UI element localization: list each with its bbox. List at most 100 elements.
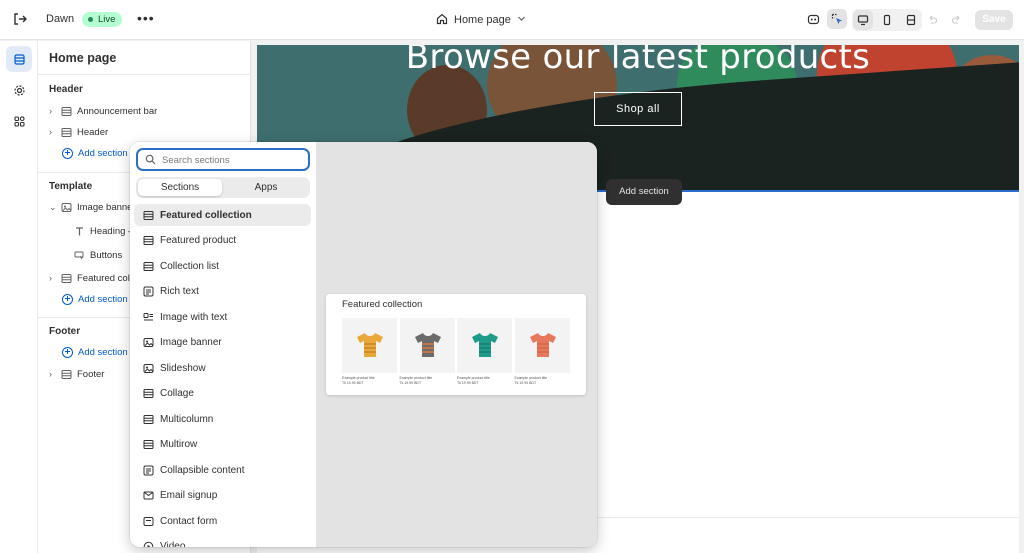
- section-icon: [61, 127, 77, 138]
- save-button[interactable]: Save: [975, 10, 1013, 30]
- product-tile: [399, 318, 455, 373]
- left-rail: [0, 41, 38, 553]
- chevron-down-icon: ⌄: [49, 201, 57, 212]
- button-icon: [74, 250, 90, 261]
- section-icon: [136, 210, 160, 221]
- section-icon: [61, 106, 77, 117]
- section-option-label: Video: [160, 541, 186, 547]
- add-section-label: Add section: [78, 147, 128, 159]
- sidebar-item-image-banner[interactable]: ⌄ Image banner: [49, 199, 136, 215]
- section-option-label: Email signup: [160, 490, 218, 501]
- section-option-rich-text[interactable]: Rich text: [134, 281, 311, 303]
- inspector-button[interactable]: [827, 9, 847, 29]
- section-option-multicolumn[interactable]: Multicolumn: [134, 408, 311, 430]
- add-section-label: Add section: [78, 346, 128, 358]
- section-icon: [61, 369, 77, 380]
- section-option-featured-collection[interactable]: Featured collection: [134, 204, 311, 226]
- sidebar-item-label: Heading –: [90, 225, 134, 237]
- section-option-multirow[interactable]: Multirow: [134, 434, 311, 456]
- section-option-collapsible-content[interactable]: Collapsible content: [134, 459, 311, 481]
- tshirt-icon: [357, 333, 383, 357]
- theme-name: Dawn: [46, 13, 75, 25]
- chevron-right-icon: ›: [49, 273, 52, 283]
- live-badge: Live: [82, 12, 123, 27]
- search-field[interactable]: [136, 148, 310, 171]
- product-price: Tk 19.99 BDT: [342, 381, 364, 385]
- form-icon: [136, 516, 160, 527]
- divider: [38, 74, 251, 75]
- sidebar-item-label: Header: [77, 126, 109, 138]
- group-label-template: Template: [49, 181, 93, 192]
- text-icon: [74, 226, 90, 237]
- sidebar-item-label: Image banner: [77, 201, 136, 213]
- sidebar-item-announcement-bar[interactable]: › Announcement bar: [49, 103, 157, 119]
- sidebar-item-label: Announcement bar: [77, 105, 158, 117]
- sidebar-item-buttons[interactable]: Buttons: [74, 247, 122, 263]
- group-label-footer: Footer: [49, 326, 81, 337]
- add-section-label: Add section: [78, 293, 128, 305]
- theme-settings-icon[interactable]: [6, 77, 32, 103]
- add-section-tooltip[interactable]: Add section: [606, 179, 682, 205]
- image-icon: [136, 363, 160, 374]
- exit-icon[interactable]: [12, 11, 30, 29]
- add-section-template-button[interactable]: Add section: [62, 291, 128, 307]
- sections-icon[interactable]: [6, 46, 32, 72]
- search-input[interactable]: [162, 152, 302, 168]
- product-price: Tk 19.99 BDT: [457, 381, 479, 385]
- sidebar-title: Home page: [49, 51, 117, 65]
- section-option-featured-product[interactable]: Featured product: [134, 230, 311, 252]
- tshirt-icon: [529, 333, 556, 357]
- shop-all-button[interactable]: Shop all: [594, 92, 682, 126]
- banner-heading: Browse our latest products: [405, 45, 871, 77]
- undo-icon[interactable]: [922, 9, 942, 29]
- group-label-header: Header: [49, 84, 83, 95]
- add-section-footer-button[interactable]: Add section: [62, 344, 128, 360]
- tab-sections[interactable]: Sections: [138, 179, 222, 196]
- section-preview-pane: Featured collection Example product titl…: [316, 142, 597, 547]
- image-with-text-icon: [136, 312, 160, 323]
- section-picker: Sections Apps Featured collectionFeature…: [130, 142, 597, 547]
- page-selector[interactable]: Home page: [436, 12, 526, 28]
- section-option-label: Collage: [160, 388, 194, 399]
- plus-circle-icon: [62, 293, 73, 305]
- section-option-label: Slideshow: [160, 362, 206, 374]
- tab-apps[interactable]: Apps: [224, 179, 308, 196]
- image-icon: [61, 202, 77, 213]
- mobile-view-button[interactable]: [877, 10, 897, 30]
- sidebar-item-footer[interactable]: › Footer: [49, 366, 104, 382]
- play-icon: [136, 541, 160, 547]
- section-option-email-signup[interactable]: Email signup: [134, 485, 311, 507]
- product-tile: [457, 318, 512, 373]
- plus-circle-icon: [62, 346, 73, 358]
- desktop-view-button[interactable]: [853, 10, 873, 30]
- app-embeds-icon[interactable]: [6, 108, 32, 134]
- section-option-image-with-text[interactable]: Image with text: [134, 306, 311, 328]
- section-picker-list-pane: Sections Apps Featured collection Feature…: [130, 142, 316, 547]
- ai-assist-button[interactable]: [803, 9, 823, 29]
- preview-card-title: Featured collection: [342, 299, 423, 310]
- section-option-image-banner[interactable]: Image banner: [134, 332, 311, 354]
- section-option-contact-form[interactable]: Contact form: [134, 510, 311, 532]
- section-option-label: Featured collection: [160, 209, 252, 221]
- sidebar-item-heading[interactable]: Heading –: [74, 223, 133, 239]
- add-section-header-button[interactable]: Add section: [62, 145, 128, 161]
- sidebar-item-label: Featured coll: [77, 272, 132, 284]
- text-block-icon: [136, 286, 160, 297]
- section-option-collage[interactable]: Collage: [134, 383, 311, 405]
- tshirt-icon: [472, 333, 498, 357]
- section-option-label: Rich text: [160, 286, 199, 297]
- section-option-label: Image with text: [160, 311, 228, 323]
- image-icon: [136, 337, 160, 348]
- more-actions-button[interactable]: •••: [137, 10, 155, 26]
- sidebar-item-header[interactable]: › Header: [49, 124, 108, 140]
- sidebar-item-featured-collection[interactable]: › Featured coll: [49, 270, 132, 286]
- section-icon: [61, 273, 77, 284]
- section-option-collection-list[interactable]: Collection list: [134, 255, 311, 277]
- fullscreen-view-button[interactable]: [901, 10, 921, 30]
- redo-icon[interactable]: [946, 9, 966, 29]
- chevron-right-icon: ›: [49, 127, 52, 137]
- product-tile: [514, 318, 570, 373]
- section-icon: [136, 414, 160, 425]
- section-option-slideshow[interactable]: Slideshow: [134, 357, 311, 379]
- section-option-video[interactable]: Video: [134, 536, 311, 547]
